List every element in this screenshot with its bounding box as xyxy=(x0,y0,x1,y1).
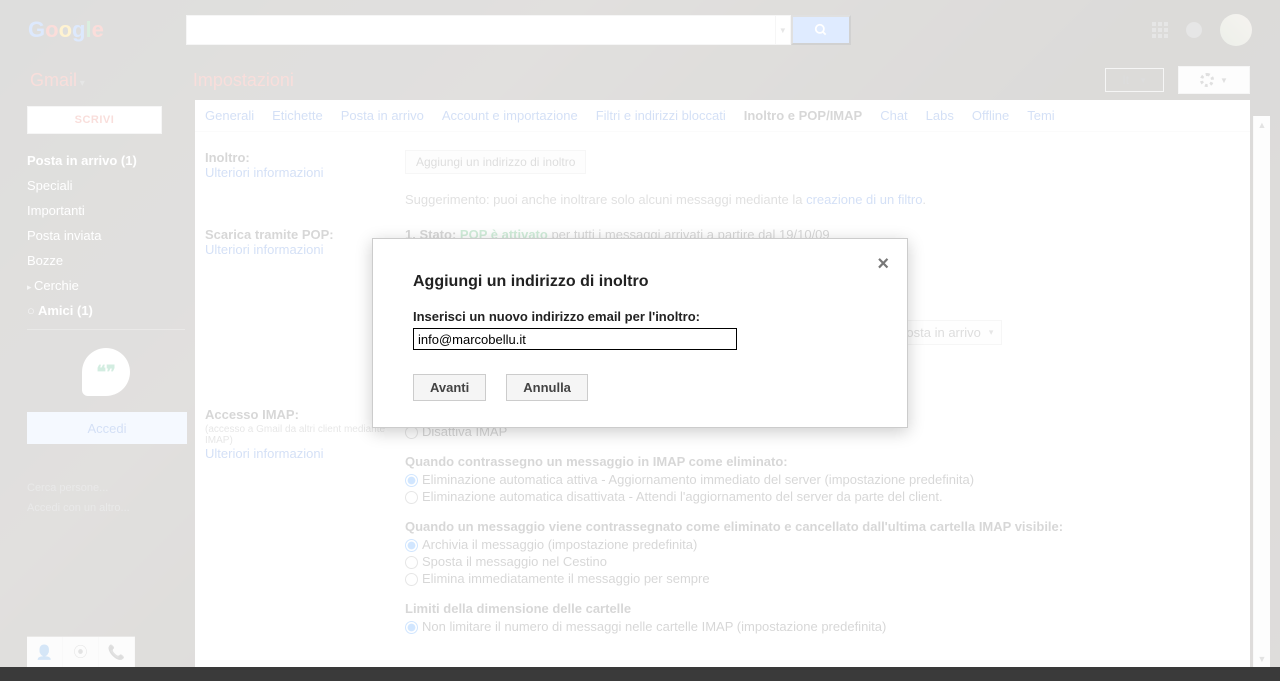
cancel-button[interactable]: Annulla xyxy=(506,374,588,401)
dialog-label: Inserisci un nuovo indirizzo email per l… xyxy=(413,309,867,324)
forwarding-email-input[interactable] xyxy=(413,328,737,350)
close-icon[interactable]: × xyxy=(877,253,889,276)
dialog-title: Aggiungi un indirizzo di inoltro xyxy=(413,273,867,291)
next-button[interactable]: Avanti xyxy=(413,374,486,401)
add-forwarding-dialog: × Aggiungi un indirizzo di inoltro Inser… xyxy=(372,238,908,428)
